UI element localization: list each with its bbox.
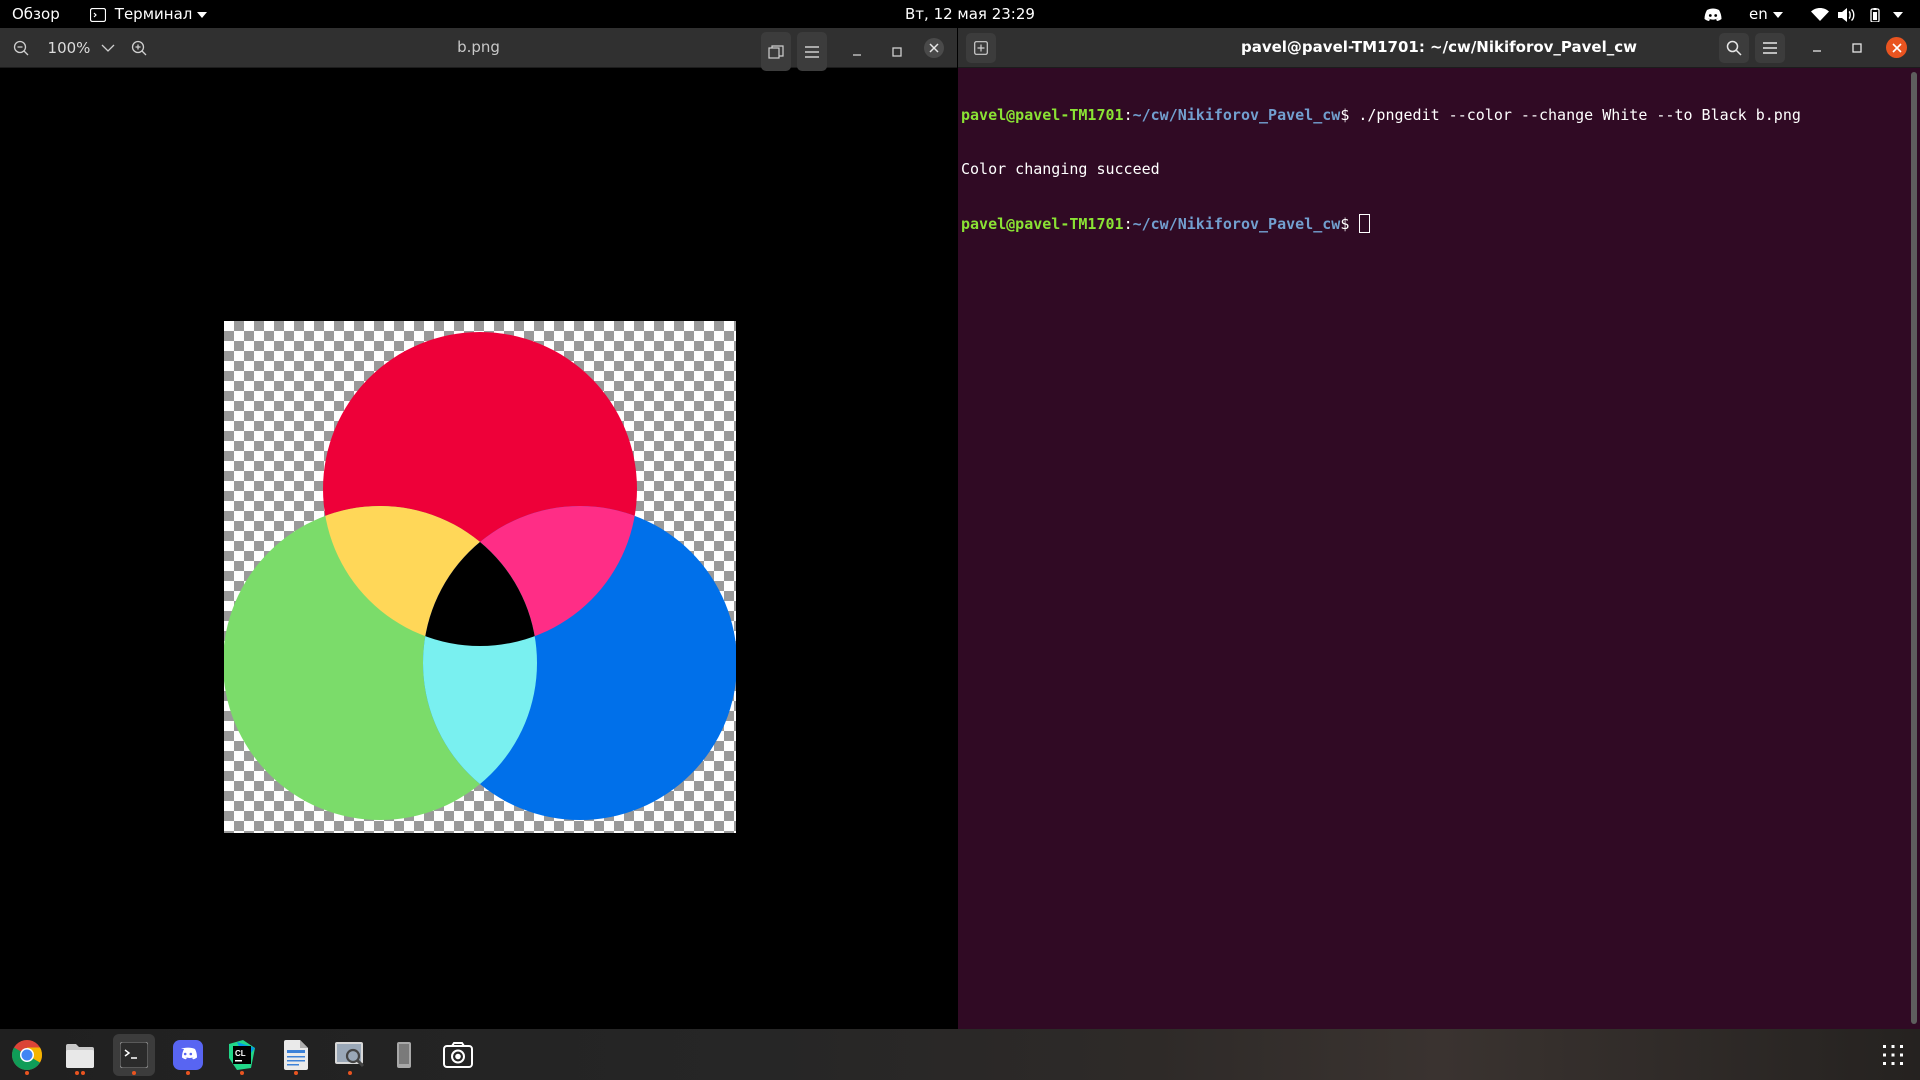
prompt-user: pavel@pavel-TM1701	[961, 215, 1124, 233]
minimize-icon	[853, 53, 861, 56]
viewer-minimize-button[interactable]	[842, 32, 872, 71]
prompt-path: ~/cw/Nikiforov_Pavel_cw	[1132, 215, 1341, 233]
new-tab-button[interactable]	[966, 33, 996, 63]
maximize-icon	[1852, 43, 1862, 53]
language-label: en	[1749, 5, 1768, 23]
terminal-line: Color changing succeed	[961, 160, 1901, 178]
new-tab-icon	[974, 41, 988, 55]
chrome-icon[interactable]	[6, 1034, 48, 1076]
clion-logo-text: CL	[235, 1049, 246, 1058]
viewer-close-button[interactable]	[924, 38, 944, 58]
clock[interactable]: Вт, 12 мая 23:29	[905, 0, 1035, 28]
prompt-separator: :	[1123, 215, 1133, 233]
zoom-level[interactable]: 100%	[44, 28, 94, 67]
image-viewer-icon[interactable]	[329, 1034, 371, 1076]
running-indicator	[240, 1071, 244, 1075]
terminal-search-button[interactable]	[1719, 33, 1749, 63]
screenshot-icon[interactable]	[437, 1034, 479, 1076]
dock: CL	[0, 1029, 1920, 1080]
minimize-icon	[1813, 50, 1821, 52]
close-icon	[929, 43, 939, 53]
discord-tray-icon[interactable]	[1704, 0, 1722, 28]
terminal-output[interactable]: pavel@pavel-TM1701:~/cw/Nikiforov_Pavel_…	[961, 70, 1901, 268]
zoom-in-button[interactable]	[124, 28, 154, 67]
chevron-down-icon	[101, 44, 115, 52]
hamburger-menu-icon	[805, 45, 819, 58]
running-indicator	[75, 1071, 79, 1075]
chevron-down-icon	[197, 11, 208, 18]
terminal-close-button[interactable]	[1886, 37, 1907, 58]
wifi-icon[interactable]	[1811, 0, 1829, 28]
venn-circles-image	[224, 332, 736, 820]
terminal-scrollbar[interactable]	[1911, 72, 1917, 1024]
viewer-header-bar: b.png 100%	[0, 28, 957, 71]
volume-icon[interactable]	[1838, 0, 1856, 28]
command-text: ./pngedit --color --change White --to Bl…	[1358, 106, 1801, 124]
hamburger-menu-icon	[1763, 42, 1777, 54]
prompt-symbol: $	[1340, 215, 1359, 233]
text-editor-icon[interactable]	[275, 1034, 317, 1076]
system-menu[interactable]	[1893, 0, 1903, 28]
zoom-in-icon	[131, 40, 147, 55]
battery-icon[interactable]	[1866, 0, 1884, 28]
close-icon	[1891, 42, 1902, 53]
terminal-line: pavel@pavel-TM1701:~/cw/Nikiforov_Pavel_…	[961, 106, 1901, 124]
running-indicator	[348, 1071, 352, 1075]
running-indicator	[132, 1071, 136, 1075]
terminal-line: pavel@pavel-TM1701:~/cw/Nikiforov_Pavel_…	[961, 214, 1901, 233]
text-cursor	[1359, 214, 1371, 233]
search-icon	[1726, 40, 1742, 56]
clion-icon[interactable]: CL	[221, 1034, 263, 1076]
viewer-maximize-button[interactable]	[882, 32, 912, 71]
running-indicator	[186, 1071, 190, 1075]
terminal-menu-button[interactable]	[1755, 33, 1785, 63]
terminal-window: pavel@pavel-TM1701: ~/cw/Nikiforov_Pavel…	[958, 28, 1920, 1029]
maximize-icon	[892, 46, 902, 57]
terminal-maximize-button[interactable]	[1842, 33, 1872, 63]
terminal-icon[interactable]	[113, 1034, 155, 1076]
output-text: Color changing succeed	[961, 160, 1160, 178]
gallery-button[interactable]	[761, 32, 791, 71]
device-icon[interactable]	[383, 1034, 425, 1076]
app-menu-label: Терминал	[114, 5, 193, 23]
app-menu[interactable]: Терминал	[90, 0, 208, 28]
zoom-out-icon	[13, 40, 29, 55]
top-bar: Обзор Терминал Вт, 12 мая 23:29 en	[0, 0, 1920, 28]
activities-button[interactable]: Обзор	[12, 0, 60, 28]
terminal-header-bar: pavel@pavel-TM1701: ~/cw/Nikiforov_Pavel…	[958, 28, 1920, 68]
image-viewer-window: b.png 100%	[0, 28, 957, 1029]
zoom-out-button[interactable]	[6, 28, 36, 67]
prompt-symbol: $	[1340, 106, 1359, 124]
terminal-minimize-button[interactable]	[1802, 33, 1832, 63]
chevron-down-icon	[1772, 11, 1783, 18]
running-indicator	[81, 1071, 85, 1075]
chevron-down-icon	[1893, 11, 1903, 18]
prompt-user: pavel@pavel-TM1701	[961, 106, 1124, 124]
running-indicator	[294, 1071, 298, 1075]
files-icon[interactable]	[59, 1034, 101, 1076]
show-applications-icon[interactable]	[1872, 1034, 1914, 1076]
terminal-app-icon	[90, 7, 106, 22]
discord-icon[interactable]	[167, 1034, 209, 1076]
running-indicator	[25, 1071, 29, 1075]
language-indicator[interactable]: en	[1749, 0, 1783, 28]
prompt-path: ~/cw/Nikiforov_Pavel_cw	[1132, 106, 1341, 124]
viewer-menu-button[interactable]	[797, 32, 827, 71]
prompt-separator: :	[1123, 106, 1133, 124]
displayed-image[interactable]	[224, 321, 736, 833]
zoom-dropdown-button[interactable]	[96, 28, 120, 67]
gallery-icon	[768, 44, 784, 59]
